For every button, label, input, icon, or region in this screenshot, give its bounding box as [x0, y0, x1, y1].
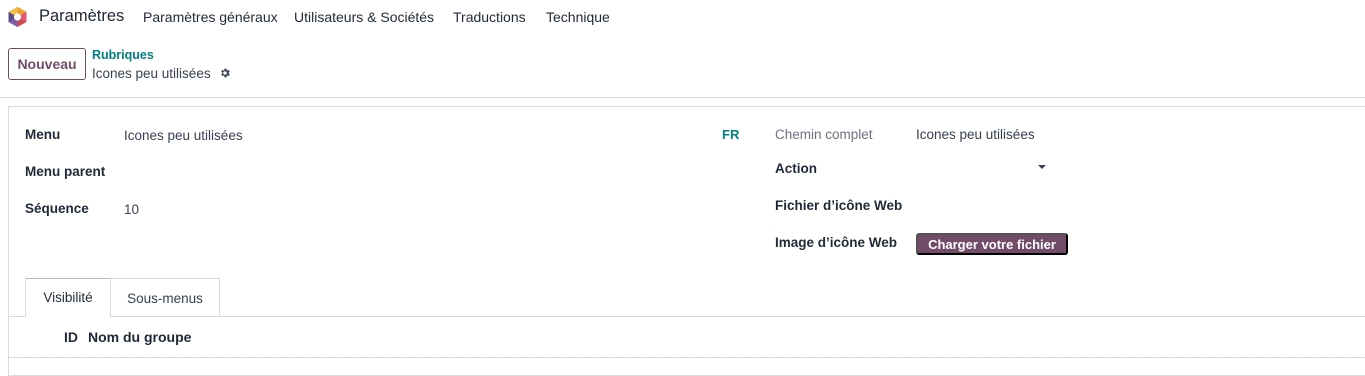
full-path-value: Icones peu utilisées	[916, 127, 1035, 142]
web-icon-image-label: Image d’icône Web	[775, 235, 898, 250]
menu-label: Menu	[25, 127, 61, 142]
app-logo-icon[interactable]	[7, 6, 28, 28]
table-header-divider	[8, 357, 1365, 358]
control-panel-divider	[0, 97, 1365, 98]
gear-icon[interactable]	[219, 66, 231, 78]
column-header-id[interactable]: ID	[64, 329, 78, 345]
menu-item-technical[interactable]: Technique	[546, 9, 610, 25]
form-sheet	[8, 106, 1365, 376]
parent-menu-label: Menu parent	[25, 164, 106, 179]
breadcrumb-current: Icones peu utilisées	[92, 66, 211, 81]
full-path-label: Chemin complet	[775, 127, 873, 142]
menu-item-general-settings[interactable]: Paramètres généraux	[143, 9, 278, 25]
sequence-label: Séquence	[25, 201, 89, 216]
menu-field[interactable]: Icones peu utilisées	[124, 128, 243, 143]
upload-file-button[interactable]: Charger votre fichier	[916, 233, 1068, 255]
top-navbar: Paramètres Paramètres généraux Utilisate…	[0, 0, 1365, 34]
web-icon-file-label: Fichier d’icône Web	[775, 198, 903, 213]
menu-item-translations[interactable]: Traductions	[453, 9, 526, 25]
language-badge[interactable]: FR	[722, 127, 739, 142]
menu-item-users-companies[interactable]: Utilisateurs & Sociétés	[294, 9, 434, 25]
action-label: Action	[775, 161, 817, 176]
app-name[interactable]: Paramètres	[39, 7, 124, 26]
tab-submenus[interactable]: Sous-menus	[110, 278, 220, 317]
breadcrumb-parent-link[interactable]: Rubriques	[92, 48, 154, 62]
sequence-field[interactable]: 10	[124, 202, 139, 217]
new-button[interactable]: Nouveau	[8, 48, 86, 80]
tab-visibility[interactable]: Visibilité	[25, 278, 111, 317]
action-select[interactable]	[915, 158, 1048, 178]
column-header-group-name[interactable]: Nom du groupe	[88, 329, 191, 345]
caret-down-icon[interactable]	[1038, 165, 1046, 169]
parent-menu-field[interactable]	[124, 164, 704, 182]
